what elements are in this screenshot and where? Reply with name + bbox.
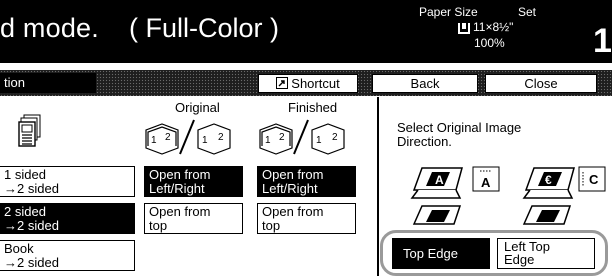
- shortcut-icon: [276, 77, 289, 90]
- paper-size-value: 11×8½": [473, 20, 514, 34]
- duplex-2-line2: →2 sided: [4, 218, 59, 233]
- finished-binding-icon: 1 2 1 2: [259, 119, 345, 155]
- original-label: Original: [175, 100, 220, 115]
- duplex-2-to-2-button[interactable]: 2 sided →2 sided: [0, 203, 135, 234]
- duplex-2-line1: 2 sided: [4, 204, 46, 219]
- orig-top-line1: Open from: [149, 204, 211, 219]
- copier-small-icon: [412, 205, 462, 225]
- copy-count: 1: [593, 22, 612, 60]
- original-open-left-right-button[interactable]: Open from Left/Right: [144, 166, 243, 197]
- svg-text:1: 1: [202, 135, 208, 146]
- fin-top-line2: top: [262, 218, 281, 233]
- copier-top-edge-icon: A: [410, 167, 463, 199]
- shortcut-label: Shortcut: [291, 75, 340, 91]
- fin-lr-line2: Left/Right: [262, 181, 318, 196]
- svg-text:€: €: [545, 173, 552, 187]
- paper-size-label: Paper Size: [419, 5, 478, 19]
- close-button[interactable]: Close: [485, 74, 597, 93]
- svg-text:1: 1: [316, 135, 322, 146]
- back-button[interactable]: Back: [372, 74, 478, 93]
- svg-text:C: C: [589, 172, 599, 187]
- copier-small-icon-2: [522, 205, 572, 225]
- original-binding-icon: 1 2 1 2: [145, 119, 231, 155]
- finished-label: Finished: [288, 100, 338, 115]
- svg-text:2: 2: [332, 132, 338, 143]
- duplex-1-line2: →2 sided: [4, 181, 59, 196]
- finished-open-left-right-button[interactable]: Open from Left/Right: [257, 166, 356, 197]
- shortcut-button[interactable]: Shortcut: [258, 74, 358, 93]
- function-tab[interactable]: tion: [0, 73, 96, 93]
- left-top-edge-line2: Edge: [504, 252, 535, 267]
- svg-text:A: A: [435, 173, 444, 187]
- direction-line1: Select Original Image: [397, 120, 522, 135]
- duplex-book-to-2-button[interactable]: Book →2 sided: [0, 240, 135, 271]
- original-open-top-button[interactable]: Open from top: [144, 203, 243, 234]
- set-label: Set: [518, 5, 537, 19]
- top-edge-label: Top Edge: [403, 246, 458, 261]
- zoom-value: 100%: [474, 36, 505, 50]
- orig-lr-line1: Open from: [149, 167, 211, 182]
- duplex-book-line2: →2 sided: [4, 255, 59, 270]
- page-a-rotated-icon: C: [578, 166, 606, 192]
- duplex-book-line1: Book: [4, 241, 34, 256]
- page-a-icon: A: [472, 166, 500, 192]
- duplex-document-icon: [18, 114, 41, 147]
- paper-tray-icon: [458, 23, 470, 34]
- direction-line2: Direction.: [397, 134, 452, 149]
- section-divider: [377, 97, 379, 276]
- svg-text:2: 2: [218, 132, 224, 143]
- fin-top-line1: Open from: [262, 204, 324, 219]
- orig-lr-line2: Left/Right: [149, 181, 205, 196]
- top-edge-button[interactable]: Top Edge: [392, 238, 490, 269]
- orig-top-line2: top: [149, 218, 168, 233]
- svg-text:2: 2: [279, 132, 285, 143]
- direction-instruction: Select Original Image Direction.: [397, 121, 521, 149]
- svg-text:1: 1: [265, 135, 271, 146]
- svg-text:2: 2: [165, 132, 171, 143]
- finished-open-top-button[interactable]: Open from top: [257, 203, 356, 234]
- duplex-1-to-2-button[interactable]: 1 sided →2 sided: [0, 166, 135, 197]
- duplex-1-line1: 1 sided: [4, 167, 46, 182]
- svg-text:A: A: [481, 175, 491, 190]
- svg-text:1: 1: [151, 135, 157, 146]
- left-top-edge-button[interactable]: Left Top Edge: [497, 238, 595, 269]
- fin-lr-line1: Open from: [262, 167, 324, 182]
- mode-title: d mode.: [0, 13, 99, 43]
- color-mode-label: ( Full-Color ): [129, 13, 280, 43]
